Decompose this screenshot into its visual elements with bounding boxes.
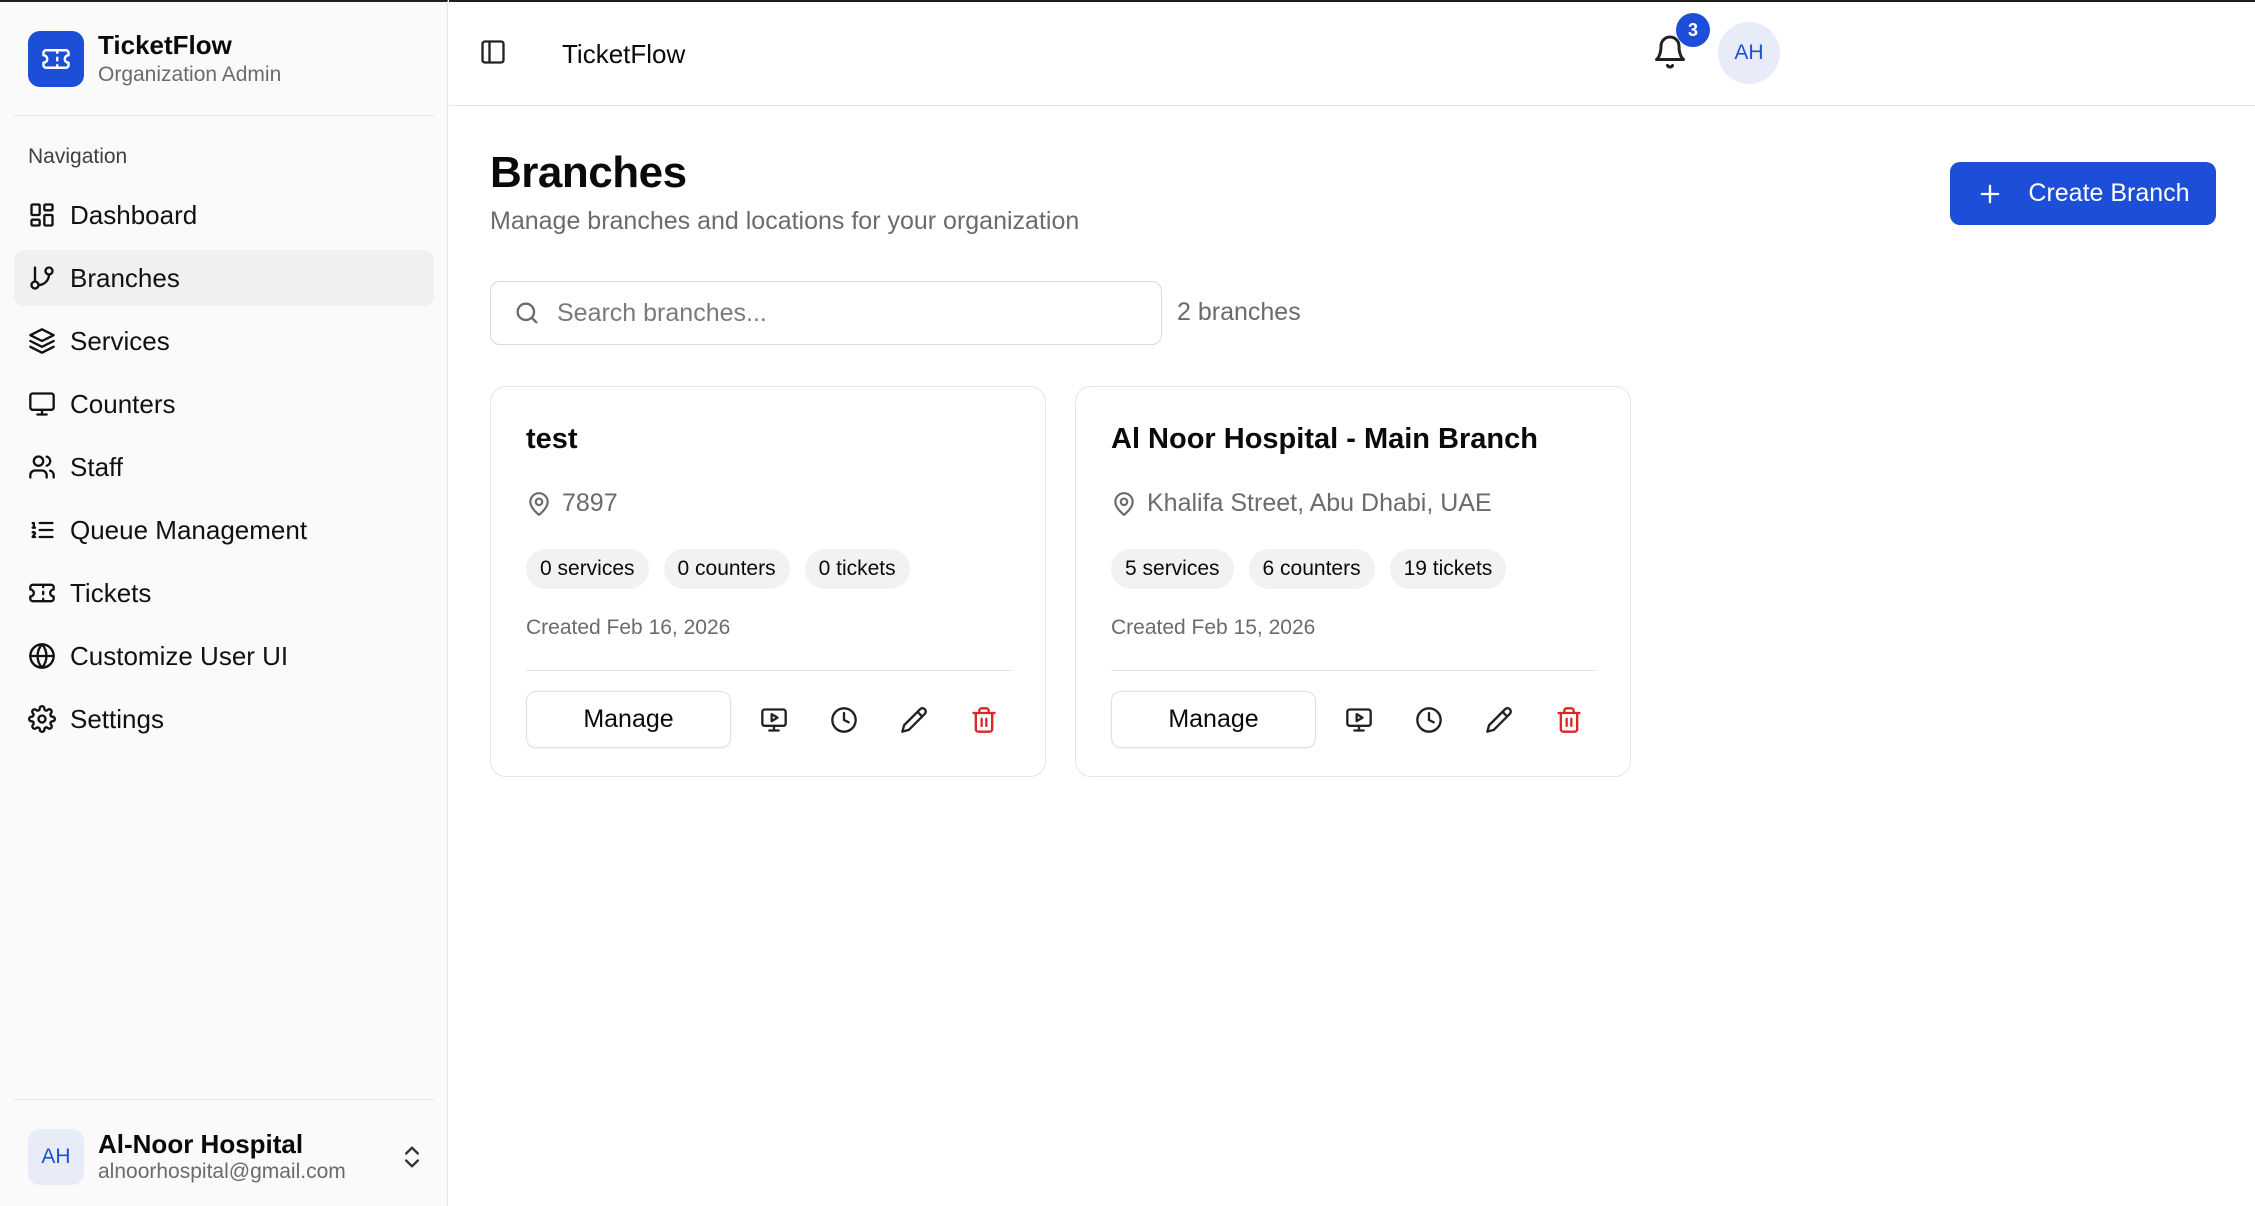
sidebar: TicketFlow Organization Admin Navigation… [0, 0, 448, 1206]
plus-icon [1976, 180, 2004, 208]
created-date: Created Feb 15, 2026 [1111, 616, 1316, 639]
sidebar-item-label: Staff [70, 451, 124, 482]
sidebar-item-label: Customize User UI [70, 640, 289, 671]
notification-badge: 3 [1676, 13, 1710, 47]
sidebar-item-customize-user-ui[interactable]: Customize User UI [14, 628, 434, 684]
account-name: Al-Noor Hospital [98, 1129, 304, 1159]
monitor-icon [28, 390, 56, 418]
sidebar-item-branches[interactable]: Branches [14, 250, 434, 306]
sidebar-item-dashboard[interactable]: Dashboard [14, 187, 434, 243]
display-button[interactable] [1342, 703, 1376, 737]
branch-address: Khalifa Street, Abu Dhabi, UAE [1147, 489, 1492, 517]
header-title: TicketFlow [562, 39, 686, 69]
map-pin-icon [1111, 491, 1137, 517]
sidebar-toggle-button[interactable] [479, 38, 509, 68]
manage-button[interactable]: Manage [526, 691, 731, 748]
monitor-play-icon [1346, 708, 1372, 732]
edit-button[interactable] [897, 703, 931, 737]
page-subtitle: Manage branches and locations for your o… [490, 207, 1080, 235]
sidebar-item-counters[interactable]: Counters [14, 376, 434, 432]
sidebar-item-label: Dashboard [70, 199, 198, 230]
page-title: Branches [490, 148, 687, 197]
delete-button[interactable] [1552, 703, 1586, 737]
sidebar-item-services[interactable]: Services [14, 313, 434, 369]
clock-icon [831, 707, 857, 733]
display-button[interactable] [757, 703, 791, 737]
manage-button[interactable]: Manage [1111, 691, 1316, 748]
search-input[interactable] [557, 298, 1117, 328]
sidebar-item-label: Counters [70, 388, 176, 419]
branch-card: test 7897 0 services 0 counters 0 ticket… [490, 386, 1046, 777]
pencil-icon [1486, 707, 1512, 733]
avatar: AH [28, 1129, 84, 1185]
counters-badge: 0 counters [663, 549, 790, 589]
search-icon [513, 299, 541, 327]
trash-icon [972, 707, 996, 733]
sidebar-item-settings[interactable]: Settings [14, 691, 434, 747]
brand-role: Organization Admin [98, 63, 282, 86]
search-box [490, 281, 1162, 345]
sidebar-item-label: Services [70, 325, 170, 356]
schedule-button[interactable] [827, 703, 861, 737]
sidebar-item-label: Queue Management [70, 514, 308, 545]
create-branch-button[interactable]: Create Branch [1950, 162, 2216, 225]
branch-address: 7897 [562, 489, 618, 517]
schedule-button[interactable] [1412, 703, 1446, 737]
users-icon [28, 453, 56, 481]
top-bar: TicketFlow [449, 0, 2255, 106]
divider [14, 115, 434, 116]
ticket-logo-icon [28, 31, 84, 87]
sidebar-item-staff[interactable]: Staff [14, 439, 434, 495]
sidebar-item-label: Branches [70, 262, 180, 293]
services-badge: 5 services [1111, 549, 1234, 589]
ticket-icon [28, 579, 56, 607]
map-pin-icon [526, 491, 552, 517]
panel-left-icon [481, 40, 505, 64]
sidebar-item-label: Tickets [70, 577, 152, 608]
created-date: Created Feb 16, 2026 [526, 616, 731, 639]
sidebar-item-queue-management[interactable]: Queue Management [14, 502, 434, 558]
services-badge: 0 services [526, 549, 649, 589]
account-switcher[interactable]: AH Al-Noor Hospital alnoorhospital@gmail… [28, 1127, 426, 1187]
delete-button[interactable] [967, 703, 1001, 737]
chevrons-up-down-icon [398, 1143, 426, 1171]
sidebar-item-tickets[interactable]: Tickets [14, 565, 434, 621]
dashboard-icon [28, 201, 56, 229]
user-avatar-button[interactable]: AH [1718, 22, 1780, 84]
trash-icon [1557, 707, 1581, 733]
brand[interactable]: TicketFlow Organization Admin [28, 30, 281, 88]
sidebar-nav: Dashboard Branches Services Counters Sta… [14, 187, 434, 754]
gear-icon [28, 705, 56, 733]
sidebar-item-label: Settings [70, 703, 164, 734]
pencil-icon [901, 707, 927, 733]
branch-card: Al Noor Hospital - Main Branch Khalifa S… [1075, 386, 1631, 777]
branch-name: test [526, 423, 578, 455]
tickets-badge: 0 tickets [804, 549, 910, 589]
branch-icon [28, 264, 56, 292]
branch-name: Al Noor Hospital - Main Branch [1111, 423, 1538, 455]
branch-count: 2 branches [1177, 298, 1301, 326]
globe-icon [28, 642, 56, 670]
clock-icon [1416, 707, 1442, 733]
list-icon [28, 516, 56, 544]
divider [14, 1099, 434, 1100]
nav-section-label: Navigation [28, 145, 128, 168]
create-branch-label: Create Branch [2028, 179, 2190, 207]
tickets-badge: 19 tickets [1389, 549, 1507, 589]
counters-badge: 6 counters [1248, 549, 1375, 589]
layers-icon [28, 327, 56, 355]
brand-name: TicketFlow [98, 30, 232, 60]
divider [526, 670, 1012, 671]
edit-button[interactable] [1482, 703, 1516, 737]
divider [1111, 670, 1597, 671]
monitor-play-icon [761, 708, 787, 732]
account-email: alnoorhospital@gmail.com [98, 1160, 346, 1183]
